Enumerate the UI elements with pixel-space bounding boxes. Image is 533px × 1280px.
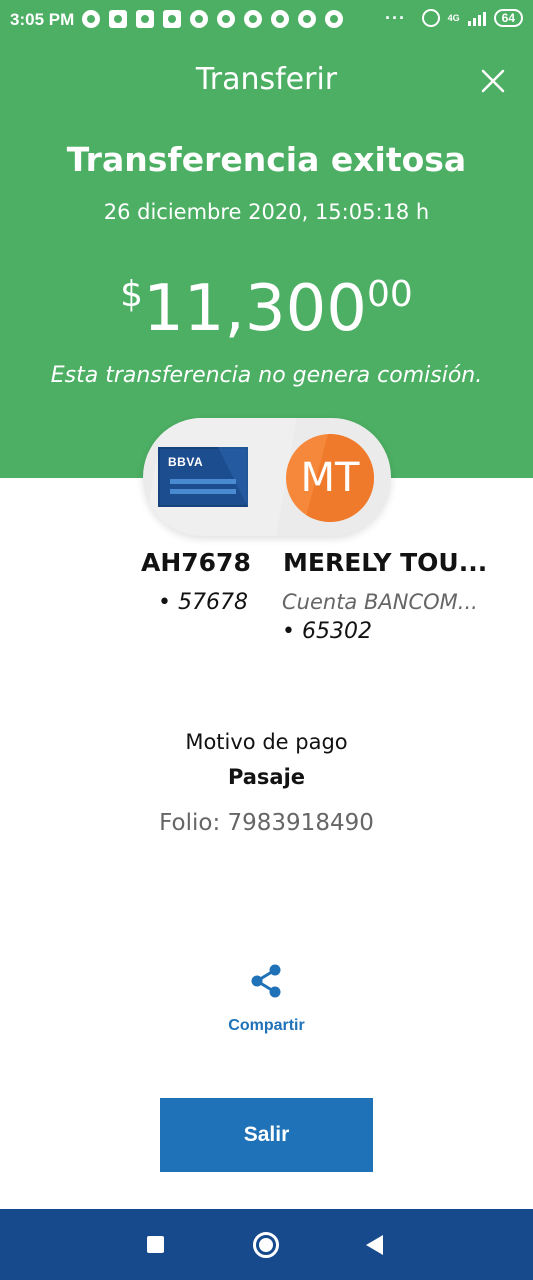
destination-bank: Cuenta BANCOM... (282, 590, 478, 614)
destination-name: MERELY TOU... (283, 548, 488, 577)
success-header: Transferir Transferencia exitosa 26 dici… (0, 40, 533, 478)
card-brand: BBVA (168, 455, 204, 469)
share-button[interactable]: Compartir (0, 1017, 533, 1035)
signal-icon (467, 10, 486, 26)
network-type: 4G (447, 12, 460, 23)
amount-cents: 00 (367, 274, 413, 315)
exit-button[interactable]: Salir (160, 1098, 373, 1172)
recent-apps-icon[interactable] (147, 1236, 164, 1253)
page-title: Transferir (195, 62, 338, 97)
chrome-icon (190, 10, 208, 28)
avatar: MT (286, 434, 374, 522)
transfer-date: 26 diciembre 2020, 15:05:18 h (103, 200, 430, 224)
chrome-icon (244, 10, 262, 28)
payment-reason-value: Pasaje (227, 765, 306, 789)
system-icons: 4G 64 (421, 9, 523, 27)
more-notifications-icon: ··· (385, 8, 406, 28)
folio-number: Folio: 7983918490 (159, 810, 374, 836)
status-bar: 3:05 PM ··· 4G 64 (0, 0, 533, 40)
alarm-icon (421, 9, 440, 27)
destination-account-digits: • 65302 (282, 619, 372, 644)
chrome-icon (217, 10, 235, 28)
app-grid-icon (163, 10, 181, 28)
payment-reason-label: Motivo de pago (185, 730, 348, 754)
close-icon[interactable] (480, 68, 506, 94)
bbva-card-icon: BBVA (158, 447, 248, 507)
chrome-icon (298, 10, 316, 28)
success-title: Transferencia exitosa (66, 140, 467, 179)
origin-account-name: AH7678 (141, 548, 251, 577)
home-icon[interactable] (253, 1232, 279, 1258)
status-time: 3:05 PM (10, 10, 75, 29)
avatar-initials: MT (300, 455, 360, 501)
commission-note: Esta transferencia no genera comisión. (50, 363, 483, 388)
transfer-amount: $11,30000 (0, 272, 533, 346)
messenger-icon (82, 10, 100, 28)
chrome-icon (325, 10, 343, 28)
back-icon[interactable] (366, 1235, 383, 1255)
accounts-pill: BBVA MT (143, 418, 391, 536)
currency-symbol: $ (120, 274, 144, 315)
gmail-icon (136, 10, 154, 28)
origin-account-digits: • 57678 (158, 590, 248, 615)
battery-icon: 64 (493, 9, 523, 27)
facebook-icon (109, 10, 127, 28)
system-nav-bar (0, 1209, 533, 1280)
amount-main: 11,300 (143, 272, 368, 346)
chrome-icon (271, 10, 289, 28)
notification-icons (82, 10, 343, 28)
share-icon[interactable] (249, 964, 283, 998)
